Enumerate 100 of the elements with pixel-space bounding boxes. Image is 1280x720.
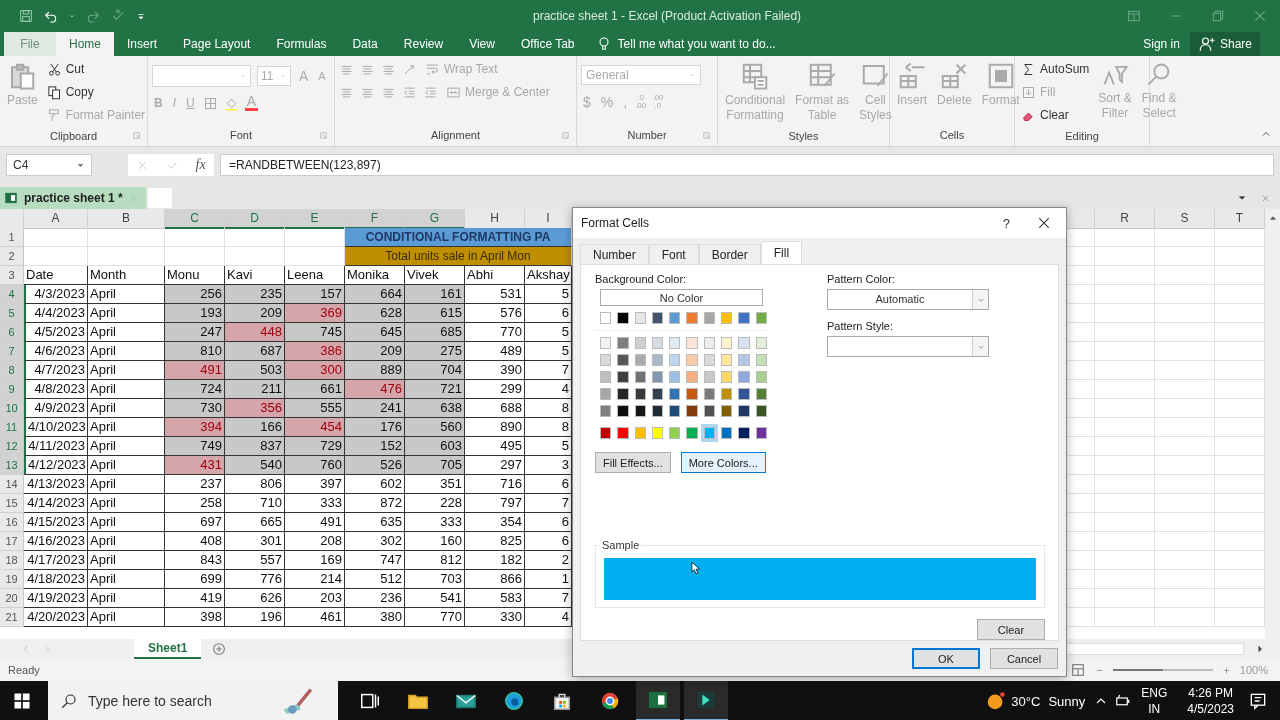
color-swatch[interactable] [738,427,750,439]
color-swatch[interactable] [617,405,629,417]
color-swatch[interactable] [634,427,646,439]
color-swatch[interactable] [651,337,664,349]
tell-me-input[interactable]: Tell me what you want to do... [615,36,790,52]
restore-icon[interactable] [1210,8,1226,24]
color-swatch[interactable] [721,371,733,383]
ribbon-tab[interactable]: Home [56,32,114,56]
scroll-up-icon[interactable] [1267,213,1278,223]
save-icon[interactable] [18,8,34,24]
vertical-scrollbar[interactable] [1265,209,1280,639]
clipboard-button[interactable]: Cut [44,59,148,79]
color-swatch[interactable] [600,354,612,366]
color-swatch[interactable] [703,405,716,417]
notification-icon[interactable] [1248,691,1268,711]
row-header[interactable]: 10 [0,399,24,418]
color-swatch[interactable] [669,337,681,349]
color-swatch[interactable] [721,427,733,439]
dialog-tab[interactable]: Font [648,244,699,264]
color-swatch[interactable] [738,388,750,400]
color-swatch[interactable] [600,312,612,324]
color-swatch[interactable] [669,354,681,366]
color-swatch[interactable] [738,405,750,417]
color-swatch[interactable] [669,371,681,383]
share-button[interactable]: Share [1189,32,1260,56]
color-swatch[interactable] [755,405,767,417]
color-swatch[interactable] [721,354,733,366]
color-swatch[interactable] [686,427,698,439]
sign-in-link[interactable]: Sign in [1133,32,1190,56]
row-header[interactable]: 16 [0,513,24,532]
color-swatch[interactable] [669,388,681,400]
row-header[interactable]: 14 [0,475,24,494]
color-swatch[interactable] [651,371,664,383]
document-tab[interactable]: practice sheet 1 * [0,187,146,209]
row-header[interactable]: 18 [0,551,24,570]
color-swatch[interactable] [686,354,698,366]
color-swatch[interactable] [721,405,733,417]
dialog-tab[interactable]: Border [698,244,761,264]
color-swatch[interactable] [617,312,629,324]
dialog-tab[interactable]: Number [580,244,649,264]
color-swatch[interactable] [634,354,646,366]
color-swatch[interactable] [755,354,767,366]
sheet-tab[interactable]: Sheet1 [134,639,202,659]
color-swatch[interactable] [755,312,767,324]
color-swatch[interactable] [617,337,629,349]
formula-field[interactable]: =RANDBETWEEN(123,897) [220,154,1274,176]
ribbon-tab[interactable]: Insert [114,32,171,56]
color-swatch[interactable] [686,405,698,417]
color-swatch[interactable] [669,405,681,417]
row-header[interactable]: 19 [0,570,24,589]
launcher-icon[interactable] [561,130,570,140]
row-header[interactable]: 8 [0,361,24,380]
color-swatch[interactable] [755,371,767,383]
row-header[interactable]: 13 [0,456,24,475]
pattern-color-dropdown[interactable]: Automatic [827,289,989,310]
color-swatch[interactable] [721,337,733,349]
color-swatch[interactable] [651,312,664,324]
color-swatch[interactable] [755,427,767,439]
column-header[interactable]: D [225,209,285,229]
row-header[interactable]: 5 [0,304,24,323]
row-header[interactable]: 3 [0,266,24,285]
color-swatch[interactable] [703,354,716,366]
font-name-field[interactable] [152,65,251,87]
launcher-icon[interactable] [702,130,711,140]
color-swatch[interactable] [651,427,664,439]
page-break-view-icon[interactable] [1069,662,1086,678]
language-indicator[interactable]: ENG IN [1135,685,1174,717]
column-header[interactable]: T [1215,209,1265,229]
color-swatch[interactable] [738,371,750,383]
color-swatch[interactable] [600,337,612,349]
column-header[interactable]: E [285,209,345,229]
column-header[interactable]: C [165,209,225,229]
row-header[interactable]: 12 [0,437,24,456]
color-swatch[interactable] [703,388,716,400]
close-icon[interactable] [1036,215,1052,231]
taskbar-app-button[interactable] [636,681,680,720]
ok-button[interactable]: OK [912,648,980,669]
column-header[interactable]: S [1155,209,1215,229]
taskbar-search-field[interactable]: Type here to search [48,681,338,720]
clear-button[interactable]: Clear [977,619,1045,640]
row-header[interactable]: 6 [0,323,24,342]
color-swatch[interactable] [669,427,681,439]
column-header[interactable]: B [88,209,165,229]
add-sheet-icon[interactable] [211,641,228,657]
column-header[interactable]: I [525,209,572,229]
row-header[interactable]: 15 [0,494,24,513]
column-header[interactable]: R [1095,209,1155,229]
color-swatch[interactable] [600,427,612,439]
row-header[interactable]: 21 [0,608,24,627]
no-color-button[interactable]: No Color [600,289,763,306]
color-swatch[interactable] [721,388,733,400]
select-all-corner[interactable] [0,209,24,229]
borders-icon[interactable] [202,95,218,111]
color-swatch[interactable] [721,312,733,324]
color-swatch[interactable] [738,337,750,349]
color-swatch[interactable] [738,312,750,324]
clipboard-button[interactable]: Copy [44,82,148,102]
color-swatch[interactable] [703,312,716,324]
dialog-tab[interactable]: Fill [760,241,803,264]
taskbar-app-button[interactable] [684,681,728,720]
